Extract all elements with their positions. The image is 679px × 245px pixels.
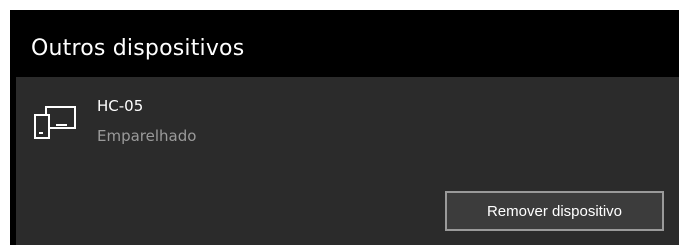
device-icon [34,104,78,140]
section-title: Outros dispositivos [31,36,245,61]
device-icon-graphic [34,106,76,139]
device-list-item[interactable]: HC-05 Emparelhado Remover dispositivo [16,77,679,245]
bluetooth-other-devices-window: Outros dispositivos HC-05 Emparelhado Re… [10,10,679,245]
device-status: Emparelhado [97,127,197,145]
device-name: HC-05 [97,97,144,115]
remove-device-button[interactable]: Remover dispositivo [445,191,664,231]
